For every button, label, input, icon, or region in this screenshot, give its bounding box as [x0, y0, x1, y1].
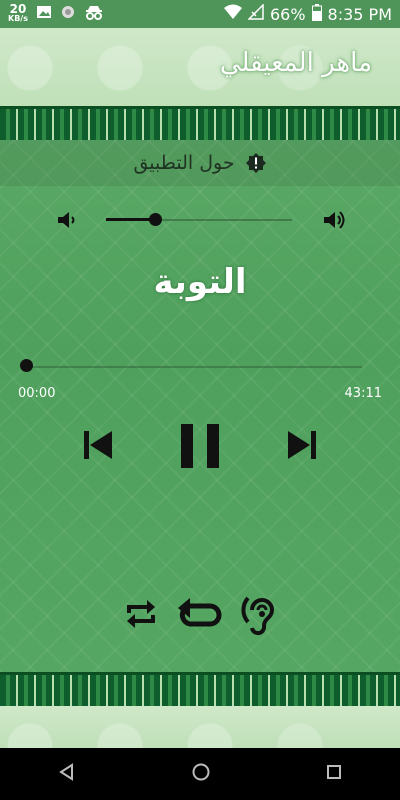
network-speed-unit: KB/s — [8, 14, 28, 23]
recents-icon[interactable] — [326, 764, 342, 784]
pause-icon[interactable] — [178, 422, 222, 470]
seek-slider-thumb[interactable] — [20, 359, 33, 372]
incognito-icon — [84, 4, 104, 24]
network-speed: 20 KB/s — [8, 2, 28, 23]
battery-level: 66% — [269, 4, 306, 24]
hearing-icon[interactable] — [238, 594, 278, 638]
loop-icon[interactable] — [176, 596, 224, 632]
repeat-icon[interactable] — [124, 596, 158, 632]
skip-previous-icon[interactable] — [82, 428, 114, 462]
network-speed-value: 20 — [9, 2, 27, 16]
total-time: 43:11 — [344, 386, 382, 401]
footer-ornament — [0, 706, 400, 748]
signal-icon — [247, 3, 264, 24]
about-app-button[interactable]: حول التطبيق — [0, 140, 400, 186]
battery-icon — [311, 3, 322, 25]
status-bar: 20 KB/s 66% 8:35 PM — [0, 0, 400, 28]
wifi-icon — [223, 4, 242, 24]
skip-next-icon[interactable] — [286, 428, 318, 462]
surah-name: التوبة — [153, 262, 247, 302]
volume-down-icon[interactable] — [54, 206, 78, 234]
back-icon[interactable] — [58, 763, 76, 785]
volume-up-icon[interactable] — [320, 206, 348, 234]
app-title: ماهر المعيقلي — [219, 48, 372, 78]
current-time: 00:00 — [18, 386, 56, 401]
volume-slider-thumb[interactable] — [149, 213, 162, 226]
seek-track[interactable] — [22, 366, 362, 368]
info-badge-icon — [245, 152, 267, 174]
circle-icon — [60, 4, 76, 24]
home-icon[interactable] — [191, 762, 211, 786]
about-app-label: حول التطبيق — [133, 152, 235, 174]
image-icon — [36, 4, 52, 24]
navigation-bar — [0, 748, 400, 800]
clock: 8:35 PM — [327, 4, 392, 24]
